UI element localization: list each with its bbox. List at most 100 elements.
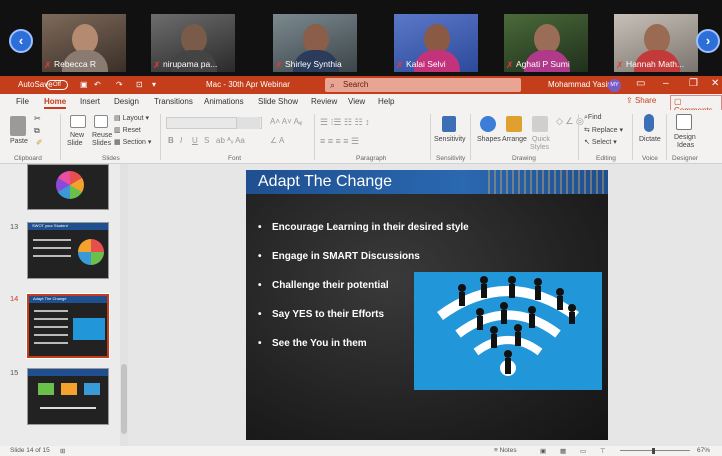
dictate-button[interactable]: Dictate — [639, 136, 661, 143]
zoom-slider[interactable] — [620, 450, 690, 451]
slide-number: 14 — [10, 294, 19, 303]
font-size-input[interactable] — [236, 117, 260, 129]
participant-name: ✗ Rebecca R — [44, 59, 97, 70]
paste-icon[interactable] — [10, 116, 26, 136]
zoom-slider-thumb[interactable] — [652, 448, 655, 454]
slideshow-view-icon[interactable]: ⊤ — [600, 447, 606, 455]
customize-qat-icon[interactable]: ▾ — [152, 80, 156, 89]
slide-number: 13 — [10, 222, 19, 231]
quick-styles-icon[interactable] — [532, 116, 548, 132]
slide-count: Slide 14 of 15 — [10, 447, 50, 454]
section-button[interactable]: ▦ Section ▾ — [114, 138, 151, 146]
bullets-icon[interactable]: ☰ ⁝☰ ☷ ☷ ↕ — [320, 117, 370, 128]
section-icon: ▦ — [114, 139, 121, 146]
tab-view[interactable]: View — [348, 97, 365, 106]
tab-design[interactable]: Design — [114, 97, 139, 106]
italic-button[interactable]: I — [180, 136, 182, 145]
reading-view-icon[interactable]: ▭ — [580, 447, 586, 455]
arrange-button[interactable]: Arrange — [502, 136, 527, 143]
thumbnail-scrollbar[interactable] — [120, 164, 128, 446]
voice-group-label: Voice — [642, 155, 658, 162]
search-input[interactable]: ⌕ Search — [325, 78, 521, 92]
sensitivity-button[interactable]: Sensitivity — [434, 136, 466, 143]
underline-button[interactable]: U — [192, 136, 198, 145]
designer-group-label: Designer — [672, 155, 699, 162]
select-button[interactable]: ↖ Select ▾ — [584, 138, 617, 146]
microphone-icon[interactable] — [644, 114, 654, 132]
zoom-level[interactable]: 67% — [697, 447, 710, 454]
slide-thumbnail[interactable] — [27, 164, 109, 210]
reset-button[interactable]: ▥ Reset — [114, 126, 141, 134]
status-bar: Slide 14 of 15 ⊞ ≡ Notes ▣ ▦ ▭ ⊤ 67% — [0, 446, 722, 456]
align-icon[interactable]: ≡ ≡ ≡ ≡ ☰ — [320, 136, 359, 147]
bold-button[interactable]: B — [168, 136, 174, 145]
tab-slide-show[interactable]: Slide Show — [258, 97, 298, 106]
replace-button[interactable]: ⇆ Replace ▾ — [584, 126, 623, 134]
tab-home[interactable]: Home — [44, 97, 67, 109]
strikethrough-button[interactable]: S — [204, 136, 209, 145]
quick-styles-button[interactable]: Quick — [532, 136, 550, 143]
tab-file[interactable]: File — [16, 97, 29, 106]
thumbnail-title: Adapt The Change — [33, 296, 67, 301]
next-participants-button[interactable]: › — [696, 29, 720, 53]
design-ideas-icon[interactable] — [676, 114, 692, 130]
shapes-button[interactable]: Shapes — [477, 136, 501, 143]
current-slide[interactable]: Adapt The Change Encourage Learning in t… — [246, 170, 608, 440]
share-button[interactable]: ⇪ Share — [626, 96, 656, 105]
autosave-toggle[interactable]: Off — [46, 80, 68, 90]
ribbon-tabs: File Home Insert Design Transitions Anim… — [0, 94, 722, 117]
paste-button[interactable]: Paste — [10, 138, 28, 145]
copy-icon[interactable]: ⧉ — [34, 126, 40, 136]
find-button[interactable]: ⌕Find — [584, 114, 602, 122]
minimize-icon[interactable]: – — [663, 78, 669, 89]
layout-button[interactable]: ▤ Layout ▾ — [114, 114, 149, 122]
mic-muted-icon: ✗ — [275, 60, 283, 70]
paragraph-group-label: Paragraph — [356, 155, 387, 162]
normal-view-icon[interactable]: ▣ — [540, 447, 546, 455]
close-icon[interactable]: ✕ — [711, 78, 719, 89]
editing-group-label: Editing — [596, 155, 616, 162]
undo-icon[interactable]: ↶ — [94, 80, 101, 89]
slide-thumbnail-selected[interactable]: Adapt The Change — [26, 293, 110, 359]
tab-transitions[interactable]: Transitions — [154, 97, 193, 106]
format-painter-icon[interactable]: ✐ — [36, 138, 43, 147]
new-slide-icon[interactable] — [70, 115, 86, 128]
redo-icon[interactable]: ↷ — [116, 80, 123, 89]
maximize-icon[interactable]: ❐ — [689, 78, 698, 89]
slide-sorter-icon[interactable]: ▦ — [560, 447, 566, 455]
font-color-icon[interactable]: ∠ A — [270, 136, 284, 145]
new-slide-label: Slide — [67, 140, 83, 147]
arrange-icon[interactable] — [506, 116, 522, 132]
font-effects-icon[interactable]: ab ᴬᵥ Aa — [216, 136, 245, 145]
font-group-label: Font — [228, 155, 242, 162]
avatar[interactable]: MY — [608, 79, 621, 92]
notes-button[interactable]: ≡ Notes — [494, 447, 517, 454]
scrollbar-thumb[interactable] — [121, 364, 127, 434]
shapes-icon[interactable] — [480, 116, 496, 132]
tab-insert[interactable]: Insert — [80, 97, 100, 106]
reuse-slides-icon[interactable] — [94, 115, 108, 128]
reuse-slides-button[interactable]: Reuse — [92, 132, 112, 139]
tab-help[interactable]: Help — [378, 97, 394, 106]
slide-title[interactable]: Adapt The Change — [258, 173, 392, 191]
mic-muted-icon: ✗ — [396, 60, 404, 70]
reset-icon: ▥ — [114, 127, 121, 134]
new-slide-button[interactable]: New — [70, 132, 84, 139]
slide-thumbnail[interactable]: SWOT your Student — [27, 222, 109, 279]
present-icon[interactable]: ⊡ — [136, 80, 143, 89]
tab-review[interactable]: Review — [311, 97, 337, 106]
shape-fill-icon[interactable]: ◇ ∠ ◎ — [556, 116, 584, 127]
prev-participants-button[interactable]: ‹ — [9, 29, 33, 53]
ribbon-display-icon[interactable]: ▭ — [636, 78, 645, 89]
save-icon[interactable]: ▣ — [80, 80, 88, 89]
cut-icon[interactable]: ✂ — [34, 114, 41, 123]
tab-animations[interactable]: Animations — [204, 97, 244, 106]
design-ideas-button[interactable]: Design — [674, 134, 696, 141]
clipboard-group-label: Clipboard — [14, 155, 42, 162]
chevron-left-icon: ‹ — [18, 33, 24, 48]
grow-font-icon[interactable]: A˄ A˅ Aᵩ — [270, 117, 302, 126]
sensitivity-icon[interactable] — [442, 116, 456, 132]
slide-thumbnail[interactable] — [27, 368, 109, 425]
wifi-people-image[interactable] — [414, 272, 602, 390]
accessibility-icon[interactable]: ⊞ — [60, 447, 65, 455]
